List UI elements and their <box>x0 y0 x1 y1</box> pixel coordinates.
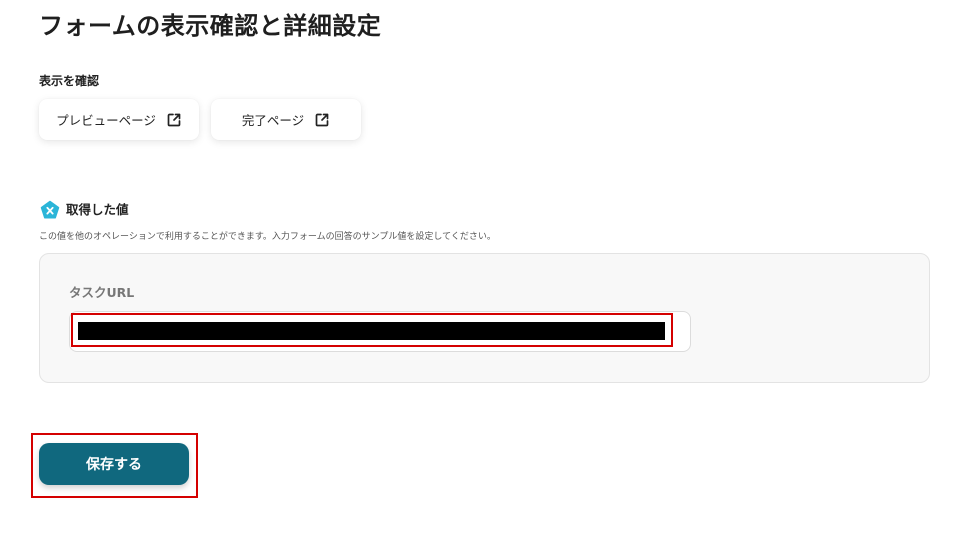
form-display-settings-page: フォームの表示確認と詳細設定 表示を確認 プレビューページ 完了ページ 取得した… <box>0 0 976 551</box>
task-url-label: タスクURL <box>69 285 135 300</box>
external-link-icon <box>166 112 182 128</box>
task-url-redacted-value <box>78 322 665 340</box>
save-button[interactable]: 保存する <box>39 443 189 485</box>
acquired-values-header: 取得した値 <box>40 200 129 220</box>
external-link-icon <box>314 112 330 128</box>
complete-page-button-label: 完了ページ <box>241 113 305 128</box>
acquired-values-title: 取得した値 <box>66 202 129 217</box>
complete-page-button[interactable]: 完了ページ <box>211 99 361 140</box>
display-check-label: 表示を確認 <box>39 74 100 88</box>
page-title: フォームの表示確認と詳細設定 <box>39 12 382 40</box>
acquired-values-description: この値を他のオペレーションで利用することができます。入力フォームの回答のサンプル… <box>39 232 496 242</box>
preview-page-button-label: プレビューページ <box>56 113 156 128</box>
preview-page-button[interactable]: プレビューページ <box>39 99 199 140</box>
pentagon-x-icon <box>40 200 60 220</box>
